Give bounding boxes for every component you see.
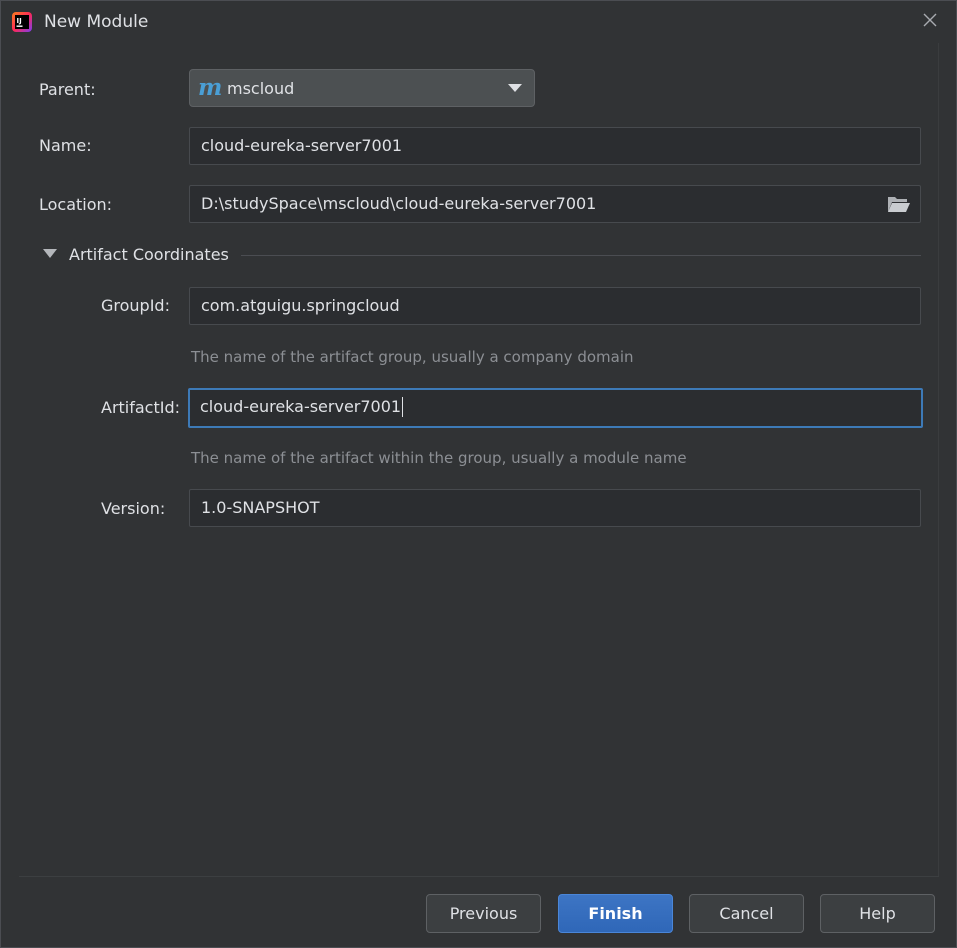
help-button[interactable]: Help <box>820 894 935 933</box>
groupid-hint: The name of the artifact group, usually … <box>191 348 634 366</box>
name-input[interactable]: cloud-eureka-server7001 <box>189 127 921 165</box>
location-input[interactable]: D:\studySpace\mscloud\cloud-eureka-serve… <box>189 185 921 223</box>
version-label: Version: <box>101 499 166 518</box>
svg-text:IJ: IJ <box>17 17 22 25</box>
artifactid-hint: The name of the artifact within the grou… <box>191 449 687 467</box>
close-icon[interactable] <box>920 10 940 30</box>
artifactid-value: cloud-eureka-server7001 <box>200 397 402 416</box>
footer-divider <box>19 876 939 877</box>
finish-button[interactable]: Finish <box>558 894 673 933</box>
maven-icon: m <box>198 74 223 101</box>
parent-value: mscloud <box>227 79 295 98</box>
section-divider <box>241 255 921 256</box>
artifactid-label: ArtifactId: <box>101 398 181 417</box>
location-label: Location: <box>39 195 113 214</box>
content-border <box>938 43 939 876</box>
artifact-coordinates-title[interactable]: Artifact Coordinates <box>69 245 229 264</box>
folder-open-icon[interactable] <box>887 195 911 213</box>
groupid-input[interactable]: com.atguigu.springcloud <box>189 287 921 325</box>
collapse-triangle-icon[interactable] <box>43 249 57 259</box>
window-title: New Module <box>44 12 149 32</box>
artifactid-input[interactable]: cloud-eureka-server7001 <box>188 388 923 428</box>
chevron-down-icon <box>508 84 522 92</box>
location-value: D:\studySpace\mscloud\cloud-eureka-serve… <box>201 194 597 213</box>
title-bar: IJ New Module <box>1 1 956 43</box>
name-label: Name: <box>39 136 92 155</box>
previous-button[interactable]: Previous <box>426 894 541 933</box>
version-input[interactable]: 1.0-SNAPSHOT <box>189 489 921 527</box>
parent-label: Parent: <box>39 80 96 99</box>
groupid-label: GroupId: <box>101 296 170 315</box>
cancel-button[interactable]: Cancel <box>689 894 804 933</box>
new-module-dialog: IJ New Module Parent: m mscloud Name: cl… <box>0 0 957 948</box>
intellij-idea-icon: IJ <box>12 12 32 32</box>
parent-select[interactable]: m mscloud <box>189 69 535 107</box>
text-caret <box>402 396 404 417</box>
